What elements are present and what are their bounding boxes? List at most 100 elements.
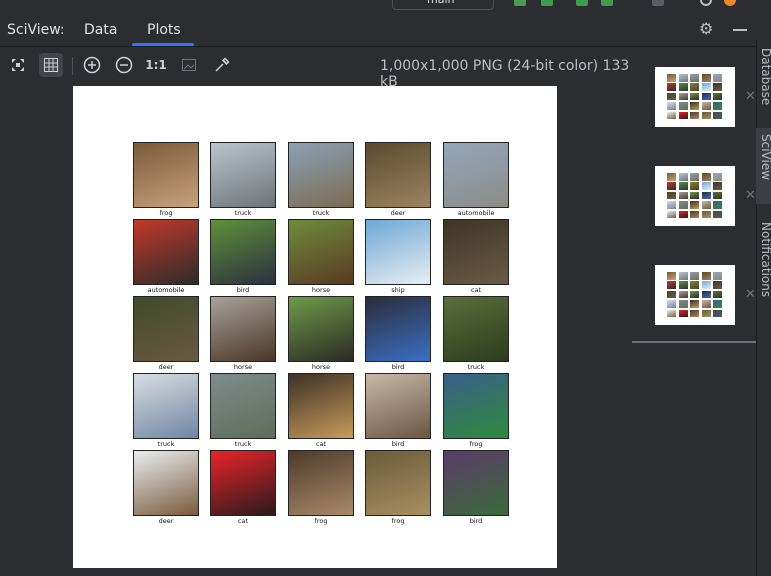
zoom-in-icon[interactable] xyxy=(80,53,104,77)
image-cell: bird xyxy=(210,219,276,297)
preview-thumbnail xyxy=(690,309,699,318)
preview-thumbnail xyxy=(713,300,722,308)
coverage-icon[interactable] xyxy=(576,0,588,6)
preview-thumbnail xyxy=(701,309,711,318)
close-icon[interactable]: ✕ xyxy=(745,287,756,302)
side-tab-database[interactable]: Database xyxy=(759,48,771,105)
plot-preview-3[interactable] xyxy=(655,265,735,325)
image-thumbnail xyxy=(133,450,199,516)
preview-thumbnail xyxy=(701,83,711,91)
image-thumbnail xyxy=(365,296,431,362)
preview-thumbnail xyxy=(713,111,722,120)
minimize-icon[interactable] xyxy=(733,29,747,31)
image-thumbnail xyxy=(210,296,276,362)
image-thumbnail xyxy=(365,219,431,285)
preview-thumbnail xyxy=(690,74,699,82)
preview-thumbnail xyxy=(678,74,688,82)
side-tab-sciview[interactable]: SciView xyxy=(759,134,771,180)
preview-thumbnail xyxy=(690,210,699,219)
sciview-header: SciView: Data Plots ⚙ xyxy=(0,12,760,47)
image-label: frog xyxy=(159,209,173,217)
tab-plots[interactable]: Plots xyxy=(147,22,181,38)
image-cell: frog xyxy=(443,373,509,451)
preview-thumbnail xyxy=(690,182,699,190)
image-thumbnail xyxy=(365,142,431,208)
image-cell: cat xyxy=(443,219,509,297)
image-cell: bird xyxy=(443,450,509,528)
color-picker-icon[interactable] xyxy=(210,53,234,77)
image-cell: automobile xyxy=(443,142,509,220)
preview-thumbnail xyxy=(713,83,722,91)
image-label: automobile xyxy=(457,209,495,217)
plot-preview-2[interactable] xyxy=(655,166,735,226)
profile-icon[interactable] xyxy=(601,0,613,6)
preview-thumbnail xyxy=(667,83,676,91)
image-cell: deer xyxy=(133,296,199,374)
image-label: truck xyxy=(234,209,252,217)
image-cell: frog xyxy=(365,450,431,528)
image-thumbnail xyxy=(133,219,199,285)
preview-thumbnail xyxy=(690,111,699,120)
image-thumbnail xyxy=(365,373,431,439)
preview-thumbnail xyxy=(713,281,722,289)
image-cell: horse xyxy=(288,219,354,297)
image-cell: deer xyxy=(133,450,199,528)
plot-preview-1[interactable] xyxy=(655,67,735,127)
preview-thumbnail xyxy=(690,281,699,289)
preview-thumbnail xyxy=(701,201,711,209)
image-label: truck xyxy=(157,440,175,448)
preview-thumbnail xyxy=(678,272,688,280)
preview-thumbnail xyxy=(713,92,722,101)
preview-thumbnail xyxy=(690,300,699,308)
preview-thumbnail xyxy=(701,74,711,82)
image-cell: cat xyxy=(210,450,276,528)
preview-thumbnail xyxy=(713,182,722,190)
debug-icon[interactable] xyxy=(541,0,553,6)
image-thumbnail xyxy=(210,450,276,516)
fit-to-window-icon[interactable] xyxy=(6,53,30,77)
grid-icon[interactable] xyxy=(39,53,63,77)
side-tab-notifications[interactable]: Notifications xyxy=(759,222,771,297)
preview-thumbnail xyxy=(701,191,711,200)
image-label: deer xyxy=(390,209,406,217)
actual-size-button[interactable]: 1:1 xyxy=(144,53,168,77)
stop-icon[interactable] xyxy=(652,0,664,6)
image-thumbnail xyxy=(288,142,354,208)
preview-splitter[interactable] xyxy=(632,341,756,343)
close-icon[interactable]: ✕ xyxy=(745,89,756,104)
image-cell: bird xyxy=(365,373,431,451)
image-thumbnail xyxy=(133,296,199,362)
search-icon[interactable] xyxy=(700,0,712,6)
preview-thumbnail xyxy=(701,300,711,308)
image-cell: frog xyxy=(288,450,354,528)
preview-thumbnail xyxy=(667,92,676,101)
image-cell: horse xyxy=(210,296,276,374)
preview-thumbnail xyxy=(690,290,699,299)
image-thumbnail xyxy=(288,296,354,362)
image-thumbnail xyxy=(443,219,509,285)
image-thumbnail xyxy=(288,219,354,285)
image-label: bird xyxy=(236,286,250,294)
image-cell: cat xyxy=(288,373,354,451)
right-tool-strip xyxy=(756,40,771,576)
run-configuration-selector[interactable]: main xyxy=(392,0,494,10)
update-icon[interactable] xyxy=(724,0,736,6)
preview-thumbnail xyxy=(713,102,722,110)
run-icon[interactable] xyxy=(514,0,526,6)
zoom-out-icon[interactable] xyxy=(112,53,136,77)
gear-icon[interactable]: ⚙ xyxy=(699,21,715,37)
close-icon[interactable]: ✕ xyxy=(745,188,756,203)
preview-thumbnail xyxy=(701,102,711,110)
image-thumbnail xyxy=(365,450,431,516)
active-tab-indicator xyxy=(132,43,194,46)
image-cell: horse xyxy=(288,296,354,374)
preview-thumbnail xyxy=(690,102,699,110)
preview-thumbnail xyxy=(678,83,688,91)
preview-thumbnail xyxy=(678,173,688,181)
image-label: cat xyxy=(470,286,482,294)
background-icon[interactable] xyxy=(177,53,201,77)
preview-thumbnail xyxy=(678,309,688,318)
image-thumbnail xyxy=(210,373,276,439)
tab-data[interactable]: Data xyxy=(84,22,117,38)
image-cell: bird xyxy=(365,296,431,374)
